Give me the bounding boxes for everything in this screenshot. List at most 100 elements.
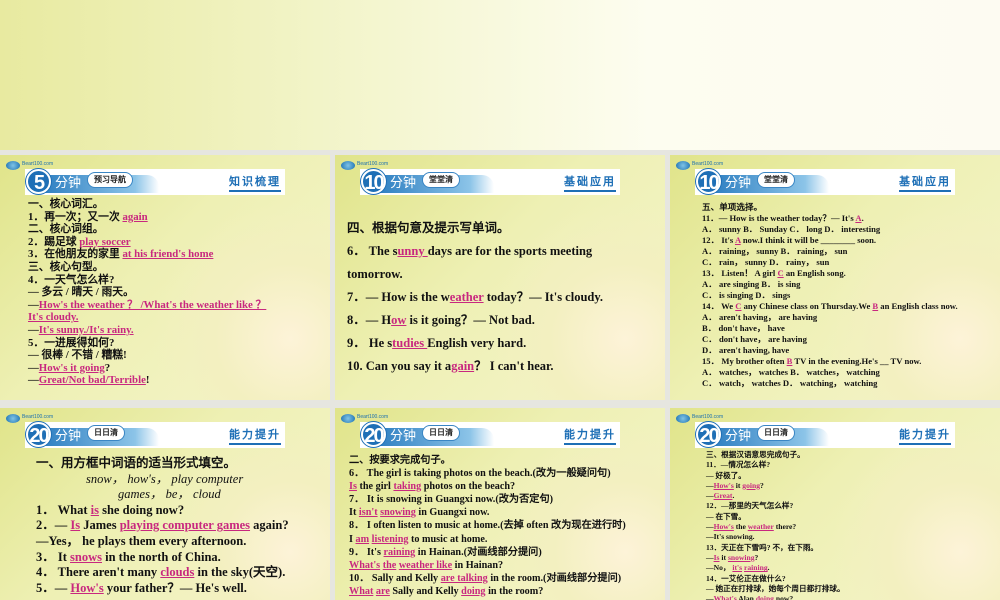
content-line: 一、用方框中词语的适当形式填空。 xyxy=(36,456,289,472)
content-line: It's cloudy. xyxy=(28,311,266,324)
line-text: 3． It xyxy=(36,550,70,564)
line-text: in the room? xyxy=(486,586,544,597)
line-text: 9． He s xyxy=(347,336,392,350)
section-title: 基础应用 xyxy=(564,174,616,192)
slide-header: 20分钟日日清能力提升 xyxy=(25,422,285,448)
content-line: C． rain， sunny D． rainy， sun xyxy=(702,257,958,268)
logo-icon xyxy=(341,414,355,423)
line-text: 10． Sally and Kelly xyxy=(349,573,441,584)
content-line: 6． The girl is taking photos on the beac… xyxy=(349,467,626,480)
section-title: 能力提升 xyxy=(229,427,281,445)
content-line: A． sunny B． Sunday C． long D． interestin… xyxy=(702,224,958,235)
content-line: 9． He studies English very hard. xyxy=(347,332,649,355)
line-text: 三、核心句型。 xyxy=(28,261,104,273)
line-text: in Hainan? xyxy=(452,560,503,571)
content-line: 三、核心句型。 xyxy=(28,261,266,274)
line-text: in the north of China. xyxy=(102,550,221,564)
content-line: 二、核心词组。 xyxy=(28,223,266,236)
answer-text: What's xyxy=(349,560,380,571)
line-text: — xyxy=(706,522,714,531)
slide-header: 20分钟日日清能力提升 xyxy=(695,422,955,448)
answer-text: What's xyxy=(714,594,737,600)
content-line: —It's sunny./It's rainy. xyxy=(28,324,266,337)
line-text: A． raining， sunny B． raining， sun xyxy=(702,246,847,256)
line-text: — xyxy=(28,299,39,311)
slide-thumb-4[interactable]: Beart100.com20分钟日日清能力提升一、用方框中词语的适当形式填空。s… xyxy=(0,408,330,600)
slide-content: 一、用方框中词语的适当形式填空。snow， how's， play comput… xyxy=(36,456,289,596)
answer-text: the xyxy=(383,560,397,571)
line-text: is it going？— Not bad. xyxy=(406,313,535,327)
line-text: now? xyxy=(774,594,793,600)
line-text: C． don't have， are having xyxy=(702,334,807,344)
line-text: 9． It's xyxy=(349,547,384,558)
minutes-number: 10 xyxy=(696,169,721,194)
line-text: — 多云 / 晴天 / 雨天。 xyxy=(28,286,134,298)
answer-text: isn't xyxy=(359,507,378,518)
answer-text: gain xyxy=(451,359,474,373)
content-line: —It's snowing. xyxy=(706,532,845,542)
slide-thumb-3[interactable]: Beart100.com10分钟堂堂清基础应用五、单项选择。11．— How i… xyxy=(670,155,1000,400)
line-text: It xyxy=(349,507,359,518)
line-text: 1． What xyxy=(36,503,91,517)
answer-text: weather xyxy=(399,560,436,571)
line-text: she doing now? xyxy=(99,503,184,517)
line-text: B． don't have， have xyxy=(702,323,785,333)
content-line: 3．在他朋友的家里 at his friend's home xyxy=(28,248,266,261)
line-text: ! xyxy=(146,374,150,386)
logo-icon xyxy=(6,414,20,423)
content-line: 9． It's raining in Hainan.(对画线部分提问) xyxy=(349,546,626,559)
logo-text: Beart100.com xyxy=(692,414,723,420)
section-tag: 日日清 xyxy=(422,425,460,441)
answer-text: snows xyxy=(70,550,102,564)
content-line: 13．天正在下雪吗? 不，在下雨。 xyxy=(706,543,845,553)
minutes-number: 5 xyxy=(26,169,51,194)
content-line: 15． My brother often B TV in the evening… xyxy=(702,356,958,367)
line-text: ？ I can't hear. xyxy=(474,359,553,373)
line-text: C． is singing D． sings xyxy=(702,290,790,300)
content-line: I am listening to music at home. xyxy=(349,533,626,546)
answer-text: How's xyxy=(70,581,103,595)
line-text: games， be， cloud xyxy=(118,487,221,501)
line-text: — xyxy=(706,481,714,490)
section-tag: 堂堂清 xyxy=(757,172,795,188)
line-text: 15． My brother often xyxy=(702,356,787,366)
minutes-label: 分钟 xyxy=(55,176,81,192)
slide-thumb-5[interactable]: Beart100.com20分钟日日清能力提升二、按要求完成句子。6． The … xyxy=(335,408,665,600)
line-text: — xyxy=(28,324,39,336)
slide-thumb-2[interactable]: Beart100.com10分钟堂堂清基础应用四、根据句意及提示写单词。6． T… xyxy=(335,155,665,400)
line-text: 1．再一次；又一次 xyxy=(28,211,122,223)
content-line: 五、单项选择。 xyxy=(702,202,958,213)
line-text: 14．一艾伦正在做什么? xyxy=(706,574,786,583)
line-text: there? xyxy=(774,522,796,531)
line-text: 4． There aren't many xyxy=(36,565,160,579)
slide-header: 10分钟堂堂清基础应用 xyxy=(695,169,955,195)
logo-text: Beart100.com xyxy=(357,414,388,420)
content-line: What are Sally and Kelly doing in the ro… xyxy=(349,585,626,598)
line-text: 4．一天气怎么样? xyxy=(28,274,114,286)
line-text: today？— It's cloudy. xyxy=(484,290,603,304)
content-line: 12．—那里的天气怎么样? xyxy=(706,501,845,511)
answer-text: clouds xyxy=(160,565,194,579)
line-text: — 她正在打排球，她每个周日都打排球。 xyxy=(706,584,845,593)
answer-text: Great/Not bad/Terrible xyxy=(39,374,146,386)
content-line: —What's Alan doing now? xyxy=(706,594,845,600)
content-line: games， be， cloud xyxy=(36,487,289,503)
answer-text: am xyxy=(356,534,370,545)
minutes-label: 分钟 xyxy=(390,176,416,192)
line-text: 2．— xyxy=(36,518,70,532)
slide-thumb-6[interactable]: Beart100.com20分钟日日清能力提升三、根据汉语意思完成句子。11．—… xyxy=(670,408,1000,600)
content-line: 一、核心词汇。 xyxy=(28,198,266,211)
content-line: Is the girl taking photos on the beach? xyxy=(349,480,626,493)
content-line: B． don't have， have xyxy=(702,323,958,334)
content-line: —No， it's raining. xyxy=(706,563,845,573)
answer-text: snowing xyxy=(728,553,755,562)
line-text: — xyxy=(28,362,39,374)
slide-thumb-1[interactable]: Beart100.com5分钟预习导航知识梳理一、核心词汇。1．再一次；又一次 … xyxy=(0,155,330,400)
line-text: — 在下雪。 xyxy=(706,512,746,521)
content-line: — 很棒 / 不错 / 糟糕! xyxy=(28,349,266,362)
line-text: — 好极了。 xyxy=(706,471,746,480)
answer-text: unny xyxy=(397,244,427,258)
content-line: 10. Can you say it again？ I can't hear. xyxy=(347,355,649,378)
line-text: in Hainan.(对画线部分提问) xyxy=(415,547,542,558)
answer-text: /What's the weather like ？ xyxy=(141,299,267,311)
